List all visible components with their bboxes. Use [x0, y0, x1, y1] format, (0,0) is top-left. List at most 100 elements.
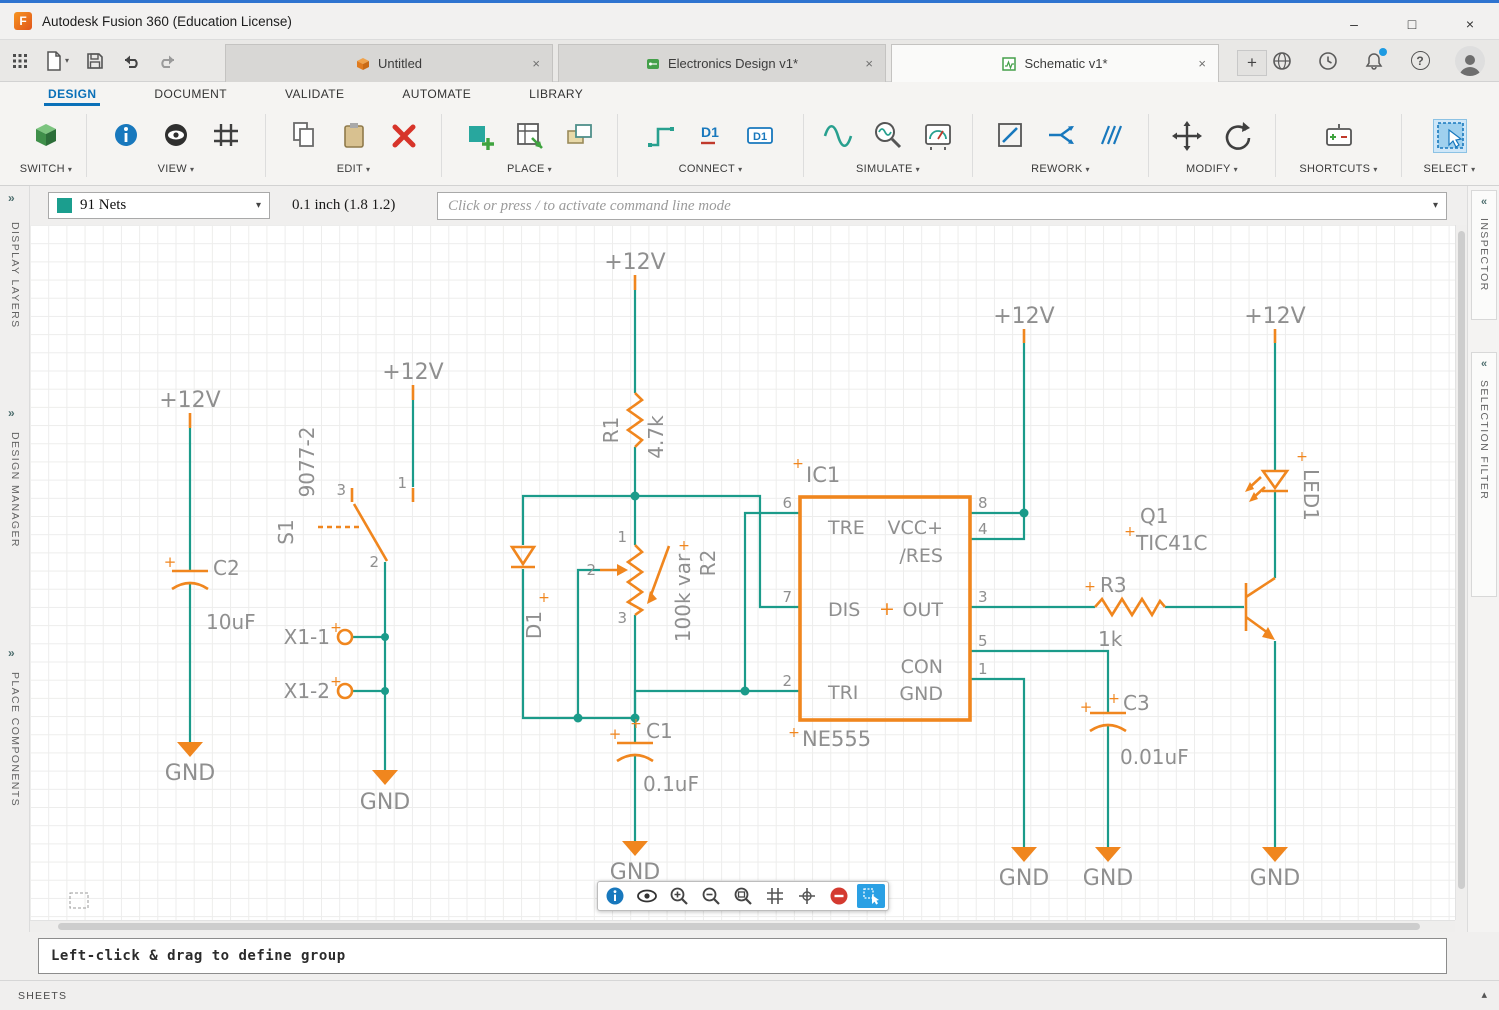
place-menu[interactable]: PLACE▾ [507, 163, 552, 175]
schematic-canvas[interactable]: +12V +12V +12V +12V +12V GND GND GND GND… [30, 225, 1455, 920]
group-select-icon[interactable] [857, 884, 885, 908]
sine-wave-icon[interactable] [821, 119, 855, 153]
zoom-in-icon[interactable] [665, 884, 693, 908]
capacitor-c2[interactable]: + C2 10uF [164, 553, 256, 634]
net-icon[interactable] [644, 119, 678, 153]
tab-automate[interactable]: AUTOMATE [402, 82, 471, 106]
view-menu[interactable]: VIEW▾ [158, 163, 195, 175]
delete-icon[interactable] [387, 119, 421, 153]
draw-line-icon[interactable] [994, 119, 1028, 153]
place-part-icon[interactable] [463, 119, 497, 153]
expand-display-layers-icon[interactable]: » [8, 191, 15, 205]
info-icon[interactable] [601, 884, 629, 908]
tab-electronics-design[interactable]: Electronics Design v1* × [558, 44, 886, 82]
visibility-icon[interactable] [633, 884, 661, 908]
horizontal-scrollbar[interactable] [30, 920, 1455, 932]
switch-menu[interactable]: SWITCH▾ [20, 163, 73, 175]
capacitor-c1[interactable]: + + C1 0.1uF [609, 716, 699, 796]
nets-selector[interactable]: 91 Nets ▾ [48, 192, 270, 219]
tab-validate[interactable]: VALIDATE [285, 82, 344, 106]
ripup-icon[interactable] [1094, 119, 1128, 153]
net-label-icon[interactable]: D1 [694, 119, 728, 153]
grid-icon[interactable] [209, 119, 243, 153]
collapse-inspector-icon[interactable]: « [1481, 196, 1487, 208]
edit-menu[interactable]: EDIT▾ [337, 163, 371, 175]
multimeter-icon[interactable] [921, 119, 955, 153]
simulate-menu[interactable]: SIMULATE▾ [856, 163, 920, 175]
tab-close-icon[interactable]: × [1198, 56, 1206, 71]
notifications-bell-icon[interactable] [1363, 50, 1385, 72]
place-array-icon[interactable] [513, 119, 547, 153]
diode-d1[interactable]: D1 + [511, 547, 550, 639]
panel-display-layers[interactable]: DISPLAY LAYERS [9, 222, 21, 329]
capacitor-c3[interactable]: + + C3 0.01uF [1080, 691, 1189, 769]
vertical-scrollbar-thumb[interactable] [1458, 231, 1465, 889]
connector-x1[interactable]: X1-1 + X1-2 + [284, 620, 352, 703]
copy-icon[interactable] [287, 119, 321, 153]
command-line-input[interactable] [437, 192, 1447, 220]
panel-selection-filter[interactable]: « SELECTION FILTER [1471, 352, 1497, 597]
file-menu-icon[interactable]: ▾ [45, 51, 69, 71]
rotate-icon[interactable] [1220, 119, 1254, 153]
ic1-ne555[interactable]: IC1 + NE555 + TRE DIS TRI VCC+ /RES OUT … [782, 456, 987, 751]
expand-design-manager-icon[interactable]: » [8, 406, 15, 420]
group-select-icon[interactable] [1433, 119, 1467, 153]
apps-grid-icon[interactable] [12, 53, 28, 69]
transistor-q1[interactable]: Q1 TIC41C + [1124, 504, 1275, 640]
vertical-scrollbar[interactable] [1455, 225, 1467, 920]
panel-design-manager[interactable]: DESIGN MANAGER [9, 432, 21, 548]
place-sheet-icon[interactable] [563, 119, 597, 153]
tab-close-icon[interactable]: × [865, 56, 873, 71]
visibility-icon[interactable] [159, 119, 193, 153]
led1[interactable]: LED1 + [1245, 449, 1323, 521]
expand-place-components-icon[interactable]: » [8, 646, 15, 660]
power-symbols[interactable]: +12V +12V +12V +12V +12V [159, 250, 1305, 428]
info-icon[interactable] [109, 119, 143, 153]
tab-close-icon[interactable]: × [532, 56, 540, 71]
panel-inspector[interactable]: « INSPECTOR [1471, 190, 1497, 320]
connect-menu[interactable]: CONNECT▾ [679, 163, 743, 175]
redo-icon[interactable] [158, 52, 178, 70]
tab-document[interactable]: DOCUMENT [154, 82, 227, 106]
paste-icon[interactable] [337, 119, 371, 153]
save-icon[interactable] [86, 52, 104, 70]
grid-icon[interactable] [761, 884, 789, 908]
globe-icon[interactable] [1271, 50, 1293, 72]
horizontal-scrollbar-thumb[interactable] [58, 923, 1420, 930]
tab-schematic[interactable]: Schematic v1* × [891, 44, 1219, 82]
clock-icon[interactable] [1317, 50, 1339, 72]
rework-menu[interactable]: REWORK▾ [1031, 163, 1090, 175]
minimize-button[interactable]: – [1325, 6, 1383, 43]
undo-icon[interactable] [121, 52, 141, 70]
tab-library[interactable]: LIBRARY [529, 82, 583, 106]
collapse-selection-filter-icon[interactable]: « [1481, 358, 1487, 370]
fanout-icon[interactable] [1044, 119, 1078, 153]
zoom-out-icon[interactable] [697, 884, 725, 908]
shortcuts-icon[interactable] [1322, 119, 1356, 153]
remove-icon[interactable] [825, 884, 853, 908]
potentiometer-r2[interactable]: 1 2 3 R2 100k var + [586, 528, 720, 642]
close-button[interactable]: × [1441, 6, 1499, 43]
resistor-r1[interactable]: R1 4.7k [599, 393, 668, 459]
net-wires[interactable] [190, 290, 1275, 847]
probe-icon[interactable] [871, 119, 905, 153]
tab-design[interactable]: DESIGN [48, 82, 96, 106]
move-icon[interactable] [1170, 119, 1204, 153]
panel-place-components[interactable]: PLACE COMPONENTS [9, 672, 21, 807]
tab-untitled[interactable]: Untitled × [225, 44, 553, 82]
new-tab-button[interactable]: + [1237, 50, 1267, 76]
sheets-label[interactable]: SHEETS [18, 990, 67, 1002]
help-icon[interactable]: ? [1409, 50, 1431, 72]
zoom-window-icon[interactable] [729, 884, 757, 908]
name-tag-icon[interactable]: D1 [744, 119, 778, 153]
origin-icon[interactable] [793, 884, 821, 908]
maximize-button[interactable]: □ [1383, 6, 1441, 43]
select-menu[interactable]: SELECT▾ [1424, 163, 1476, 175]
command-line-caret-icon[interactable]: ▾ [1433, 200, 1438, 211]
switch-s1[interactable]: 9077-2 S1 3 1 2 [274, 427, 413, 571]
nets-caret-icon[interactable]: ▾ [256, 200, 261, 211]
switch-library-icon[interactable] [29, 119, 63, 153]
modify-menu[interactable]: MODIFY▾ [1186, 163, 1238, 175]
resistor-r3[interactable]: + R3 1k [1084, 573, 1165, 651]
shortcuts-menu[interactable]: SHORTCUTS▾ [1299, 163, 1377, 175]
